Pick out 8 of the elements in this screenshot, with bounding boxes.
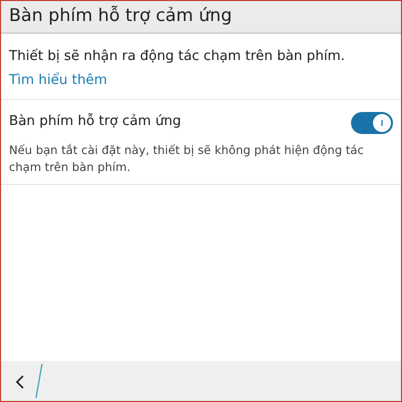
learn-more-link[interactable]: Tìm hiểu thêm [9, 70, 108, 90]
description-text: Thiết bị sẽ nhận ra động tác chạm trên bàn phím. [9, 47, 346, 66]
divider-line [35, 364, 43, 398]
page-title: Bàn phím hỗ trợ cảm ứng [9, 4, 232, 28]
setting-label: Bàn phím hỗ trợ cảm ứng [9, 112, 182, 132]
toggle-switch[interactable] [351, 110, 393, 132]
back-icon [15, 374, 25, 390]
setting-note: Nếu bạn tắt cài đặt này, thiết bị sẽ không phát hiện động tác chạm trên bàn phím. [9, 142, 365, 176]
